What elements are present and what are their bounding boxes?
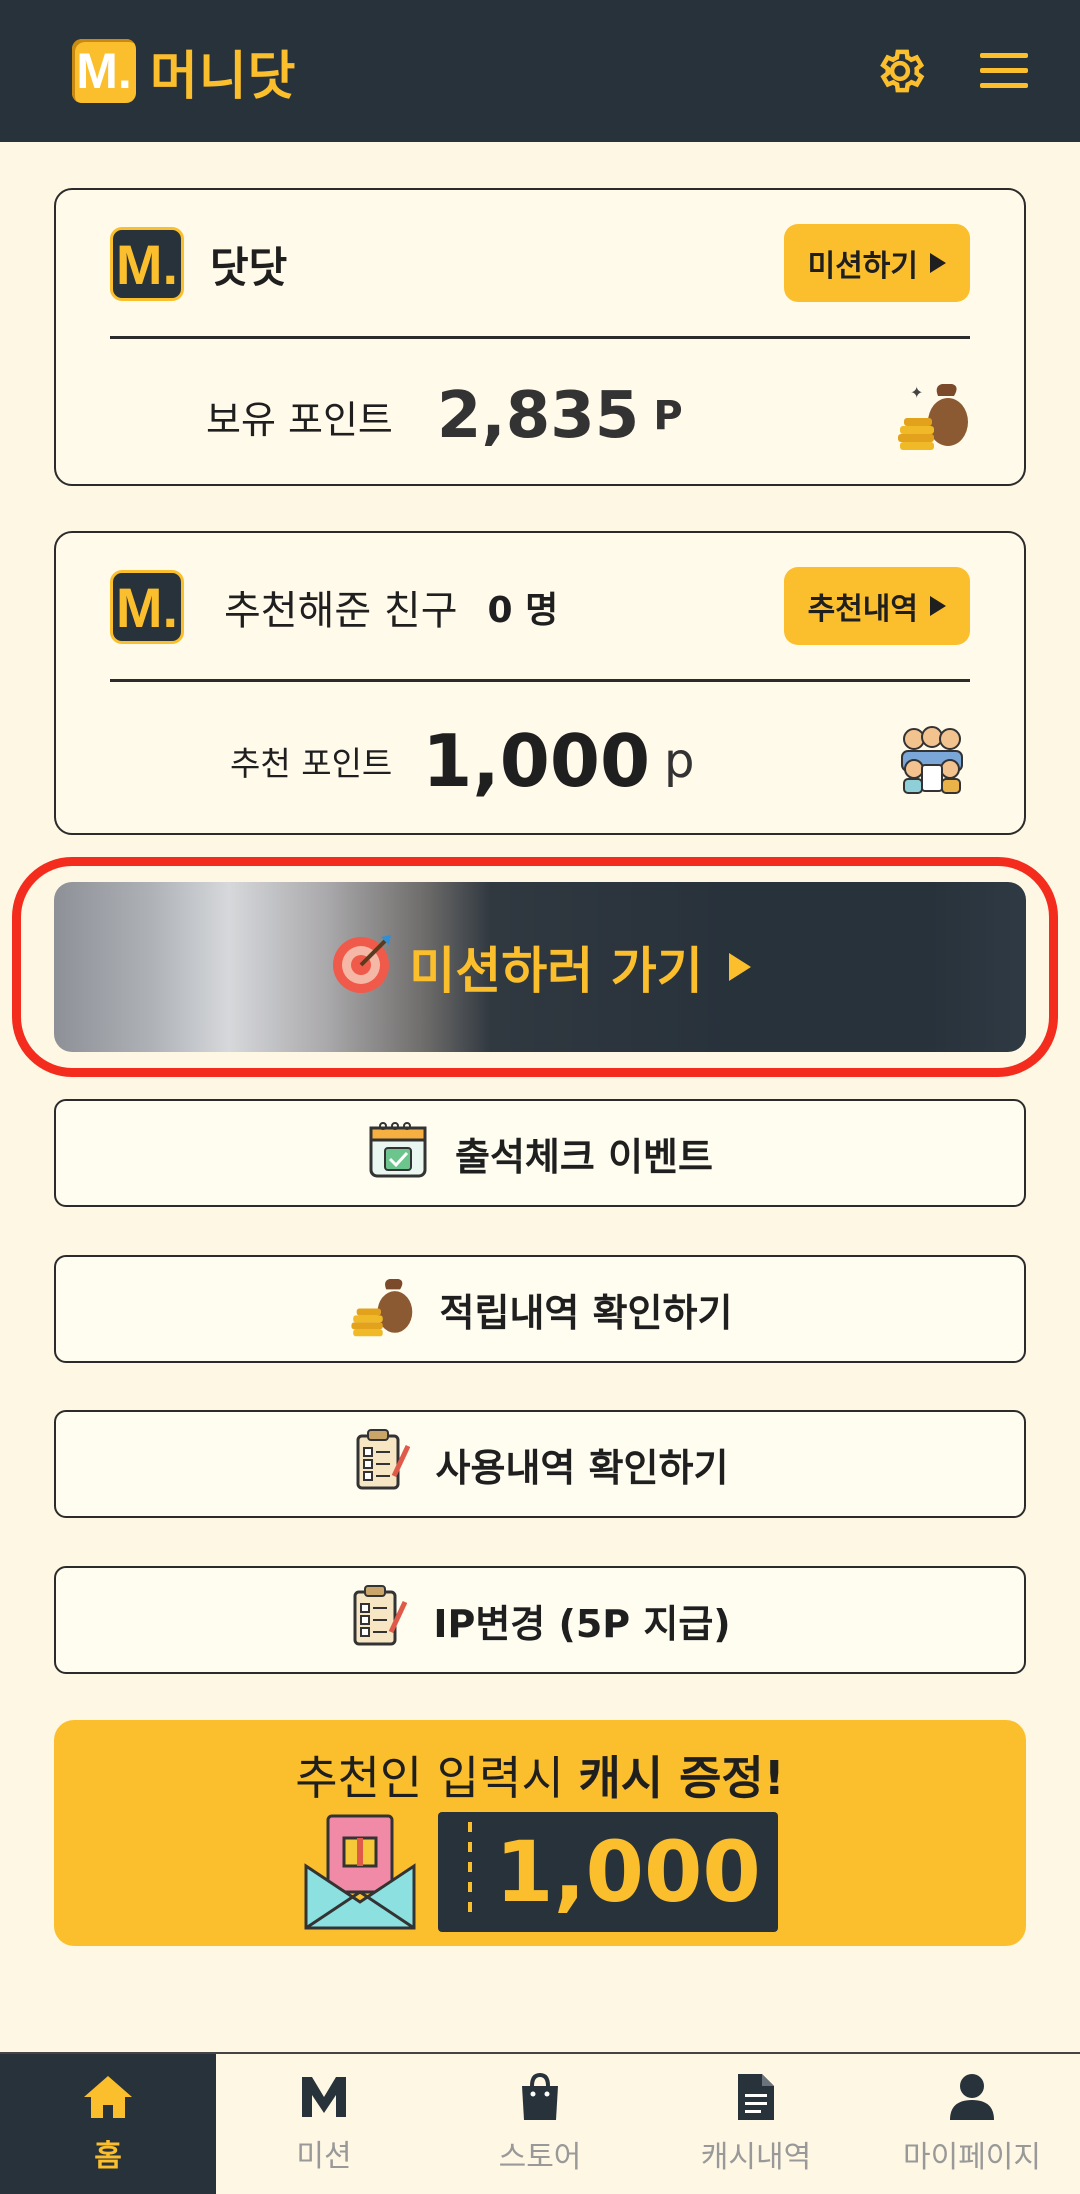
earning-history-label: 적립내역 확인하기 <box>439 1290 733 1335</box>
ticket-value: 1,000 <box>495 1823 761 1921</box>
gear-icon[interactable] <box>872 43 928 99</box>
money-bag-icon: ✦ <box>894 376 970 456</box>
nav-cash-history[interactable]: 캐시내역 <box>648 2054 864 2194</box>
attendance-event-label: 출석체크 이벤트 <box>455 1134 713 1179</box>
m-logo-icon: M. <box>110 227 184 301</box>
referral-card: M. 추천해준 친구 0 명 추천내역 추천 포인트 1,000 p <box>54 531 1026 835</box>
referral-points-unit: p <box>664 733 695 789</box>
mission-button[interactable]: 미션하기 <box>783 224 970 302</box>
divider <box>110 336 970 339</box>
cash-ticket: 1,000 <box>438 1812 778 1932</box>
referral-points-label: 추천 포인트 <box>230 744 393 783</box>
banner-text-bold: 캐시 증정! <box>578 1751 785 1805</box>
clipboard-checklist-icon <box>349 1584 408 1657</box>
referral-history-button[interactable]: 추천내역 <box>783 567 970 645</box>
ticket-perforation <box>468 1822 472 1922</box>
shopping-bag-icon <box>518 2072 562 2126</box>
go-mission-label: 미션하러 가기 <box>409 942 703 1000</box>
play-triangle-icon <box>930 596 946 616</box>
friends-group-icon <box>894 721 970 801</box>
hamburger-menu-icon[interactable] <box>976 43 1032 99</box>
m-logo-icon: M. <box>110 570 184 644</box>
nav-mission-label: 미션 <box>296 2139 352 2174</box>
nav-home[interactable]: 홈 <box>0 2054 216 2194</box>
clipboard-checklist-icon <box>352 1428 410 1501</box>
earning-history-button[interactable]: 적립내역 확인하기 <box>54 1255 1026 1363</box>
points-card: M. 닷닷 미션하기 보유 포인트 2,835 P ✦ <box>54 188 1026 486</box>
referral-title: 추천해준 친구 <box>224 588 458 634</box>
gift-envelope-icon <box>302 1812 418 1936</box>
nav-store-label: 스토어 <box>498 2140 582 2175</box>
nav-home-label: 홈 <box>94 2139 122 2174</box>
usage-history-label: 사용내역 확인하기 <box>435 1445 729 1490</box>
points-value: 2,835 <box>436 379 640 453</box>
app-logo-icon: M. <box>72 39 136 103</box>
referral-history-label: 추천내역 <box>807 592 918 627</box>
app-header: M. 머니닷 <box>0 0 1080 142</box>
play-triangle-icon <box>930 253 946 273</box>
app-name: 머니닷 <box>150 46 297 107</box>
play-triangle-icon <box>728 953 751 981</box>
document-icon <box>736 2072 776 2126</box>
mission-button-label: 미션하기 <box>807 249 918 284</box>
svg-text:✦: ✦ <box>910 383 923 402</box>
ip-change-button[interactable]: IP변경 (5P 지급) <box>54 1566 1026 1674</box>
nav-my-page[interactable]: 마이페이지 <box>864 2054 1080 2194</box>
points-label: 보유 포인트 <box>206 397 393 442</box>
nav-my-page-label: 마이페이지 <box>903 2140 1041 2175</box>
referral-points-value: 1,000 <box>422 719 651 803</box>
card-title: 닷닷 <box>210 242 288 292</box>
nav-mission[interactable]: 미션 <box>216 2054 432 2194</box>
banner-headline: 추천인 입력시 캐시 증정! <box>54 1742 1026 1808</box>
home-icon <box>82 2073 134 2125</box>
calendar-check-icon <box>367 1118 429 1189</box>
referral-cash-banner[interactable]: 추천인 입력시 캐시 증정! 1,000 <box>54 1720 1026 1946</box>
go-mission-button[interactable]: 미션하러 가기 <box>54 882 1026 1052</box>
logo-mark-text: M. <box>76 43 132 99</box>
money-bag-icon <box>348 1272 414 1347</box>
divider <box>110 679 970 682</box>
nav-store[interactable]: 스토어 <box>432 2054 648 2194</box>
brand[interactable]: M. 머니닷 <box>72 34 297 109</box>
banner-text-normal: 추천인 입력시 <box>295 1751 579 1805</box>
nav-cash-history-label: 캐시내역 <box>700 2140 812 2175</box>
attendance-event-button[interactable]: 출석체크 이벤트 <box>54 1099 1026 1207</box>
usage-history-button[interactable]: 사용내역 확인하기 <box>54 1410 1026 1518</box>
m-logo-icon <box>298 2073 350 2125</box>
bottom-navigation: 홈 미션 스토어 캐시내역 마이페이지 <box>0 2052 1080 2194</box>
ip-change-label: IP변경 (5P 지급) <box>433 1601 731 1646</box>
points-unit: P <box>653 393 683 439</box>
referral-count: 0 명 <box>487 590 559 631</box>
person-icon <box>948 2072 996 2126</box>
target-dart-icon <box>329 933 393 1001</box>
